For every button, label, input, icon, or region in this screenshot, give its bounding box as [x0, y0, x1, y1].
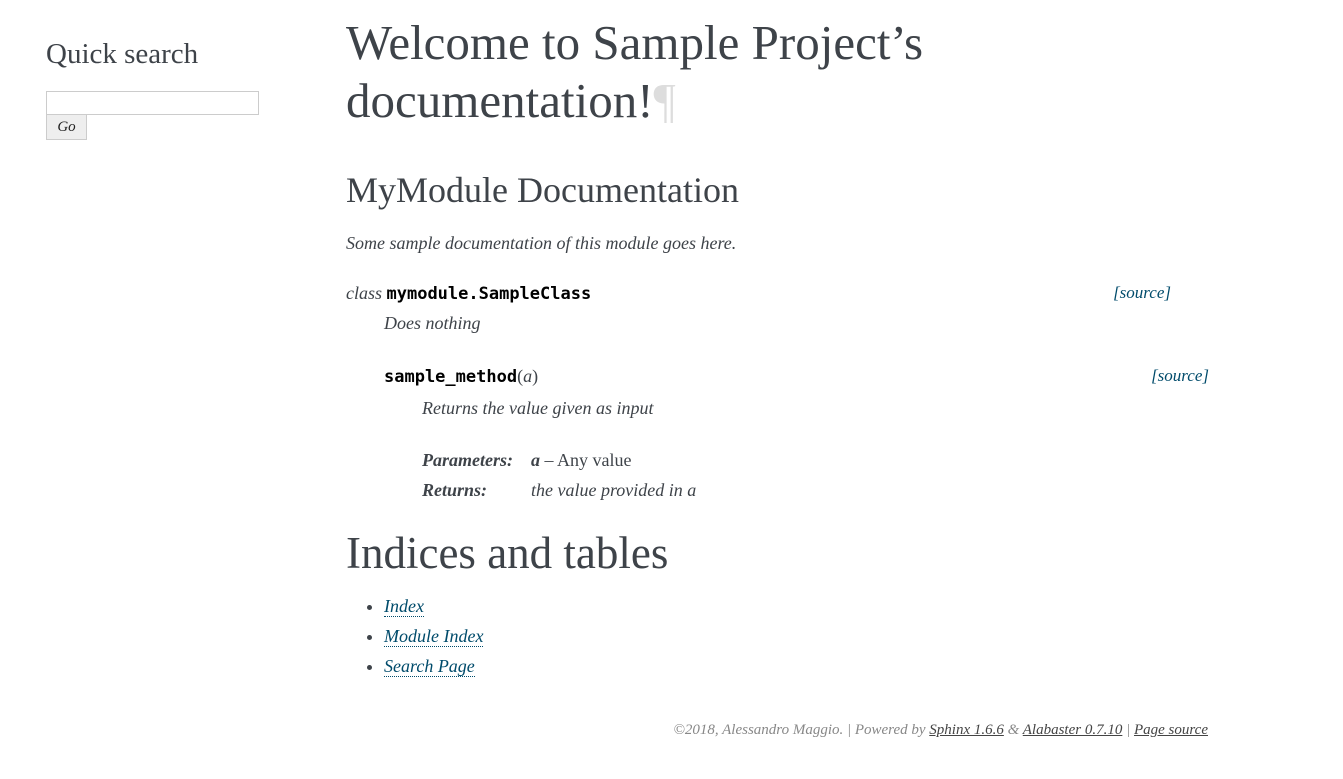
main-content: Welcome to Sample Project’s documentatio… [346, 14, 1209, 681]
parameters-value: a – Any value [531, 445, 696, 475]
class-description: Does nothing [384, 313, 481, 333]
field-list: Parameters: a – Any value Returns: the v… [422, 445, 696, 505]
footer: ©2018, Alessandro Maggio. | Powered by S… [674, 722, 1209, 739]
alabaster-link[interactable]: Alabaster 0.7.10 [1023, 722, 1123, 738]
permalink-pilcrow[interactable]: ¶ [654, 73, 676, 128]
search-page-link[interactable]: Search Page [384, 656, 475, 677]
parameters-row: Parameters: a – Any value [422, 445, 696, 475]
list-item: Index [384, 591, 1176, 621]
class-keyword: class [346, 283, 382, 303]
sphinx-link[interactable]: Sphinx 1.6.6 [929, 722, 1004, 738]
class-name: mymodule.SampleClass [386, 284, 592, 304]
list-item: Search Page [384, 651, 1176, 681]
returns-row: Returns: the value provided in a [422, 475, 696, 505]
method-name: sample_method [384, 367, 518, 387]
returns-label: Returns: [422, 479, 488, 500]
sidebar: Quick search Go [46, 38, 276, 140]
module-description: Some sample documentation of this module… [346, 233, 737, 253]
class-source-link[interactable]: [source] [1113, 281, 1171, 305]
returns-value: the value provided in a [530, 479, 697, 500]
method-description: Returns the value given as input [422, 398, 654, 418]
indices-heading: Indices and tables [346, 528, 669, 578]
method-source-link[interactable]: [source] [1151, 364, 1209, 388]
separator: | [1122, 722, 1134, 738]
method-param: a [523, 366, 533, 386]
page-title-text: Welcome to Sample Project’s documentatio… [346, 15, 924, 128]
close-paren: ) [532, 366, 539, 386]
module-index-link[interactable]: Module Index [384, 626, 484, 647]
module-heading: MyModule Documentation [346, 170, 739, 210]
index-link[interactable]: Index [384, 596, 424, 617]
indices-list: Index Module Index Search Page [346, 591, 1176, 681]
parameter-name: a [530, 449, 540, 470]
method-body: Returns the value given as input Paramet… [422, 398, 1176, 505]
page-title: Welcome to Sample Project’s documentatio… [346, 14, 966, 130]
method-signature: sample_method(a) [source] [384, 364, 1209, 388]
search-input[interactable] [46, 91, 259, 115]
parameters-label: Parameters: [422, 449, 513, 470]
parameter-desc: – Any value [539, 449, 632, 470]
list-item: Module Index [384, 621, 1176, 651]
page-source-link[interactable]: Page source [1134, 722, 1208, 738]
class-signature: class mymodule.SampleClass [source] [346, 281, 1176, 305]
quick-search-heading: Quick search [46, 38, 199, 70]
go-button[interactable]: Go [46, 115, 87, 140]
class-body: Does nothing sample_method(a) [source] R… [384, 313, 1209, 505]
amp-text: & [1003, 722, 1023, 738]
copyright-text: ©2018, Alessandro Maggio. | Powered by [673, 722, 930, 738]
